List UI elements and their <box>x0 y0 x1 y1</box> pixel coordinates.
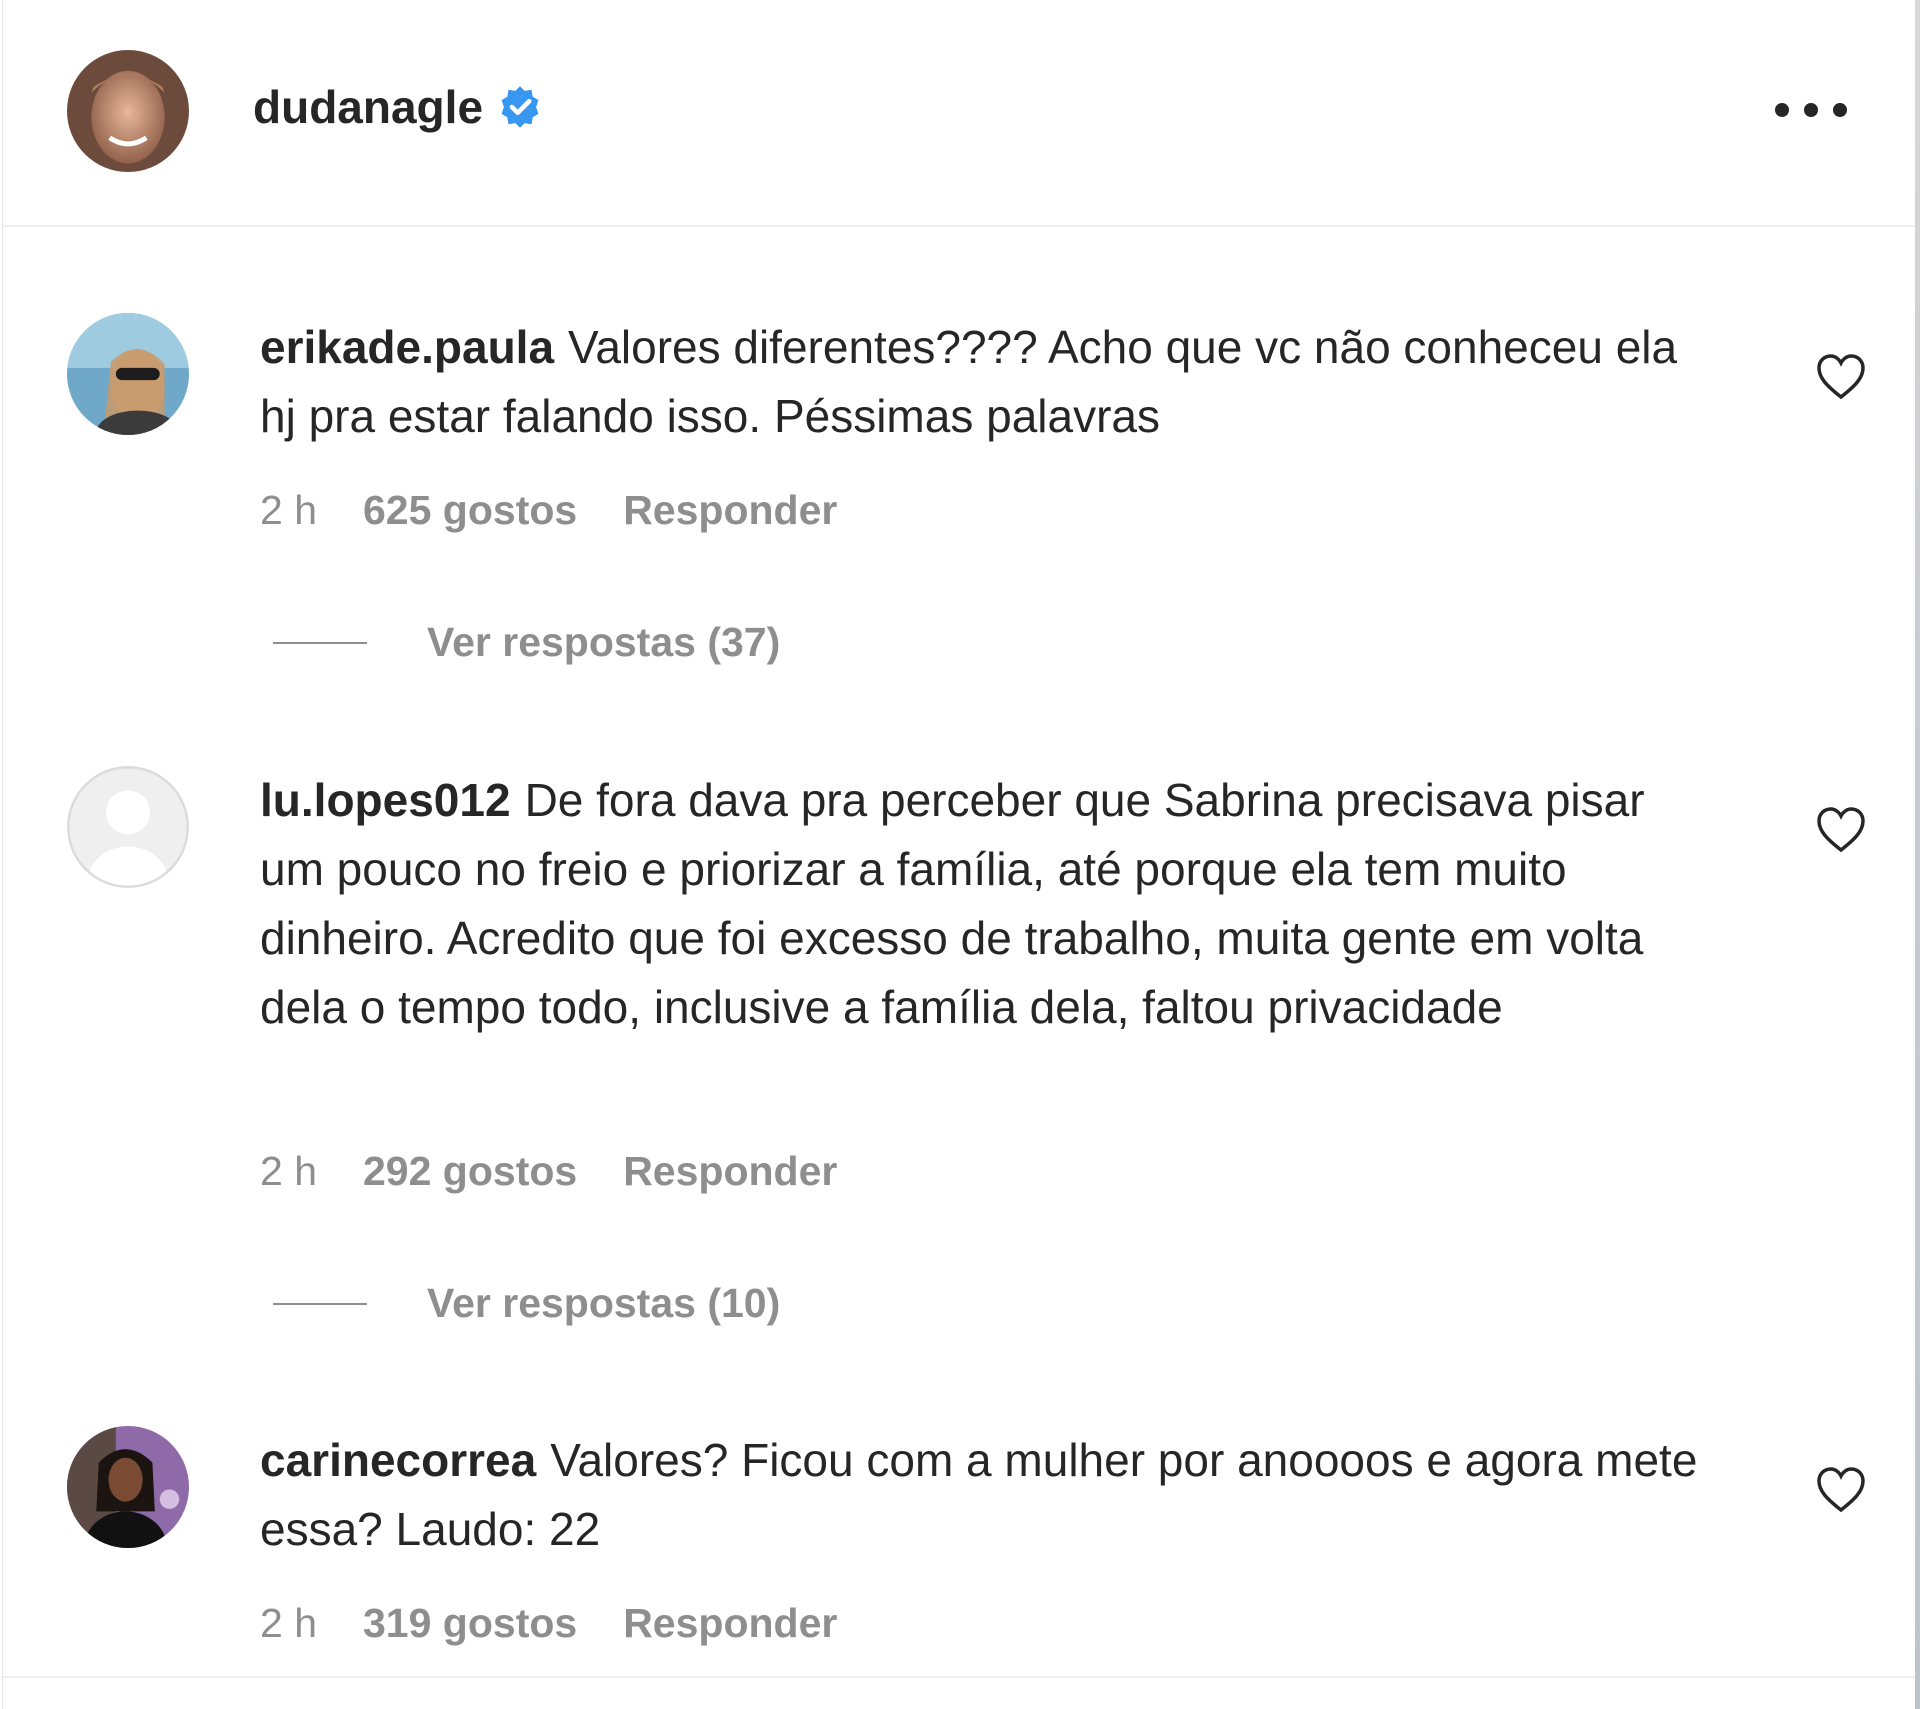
view-replies-label[interactable]: Ver respostas (37) <box>427 619 780 666</box>
commenter-avatar[interactable] <box>67 766 189 888</box>
comment-meta: 2 h 319 gostos Responder <box>260 1600 837 1647</box>
comment-username[interactable]: erikade.paula <box>260 321 554 373</box>
more-dot <box>1804 103 1818 117</box>
more-dot <box>1775 103 1789 117</box>
comment-username[interactable]: carinecorrea <box>260 1434 536 1486</box>
comment-time[interactable]: 2 h <box>260 487 317 534</box>
comment-time[interactable]: 2 h <box>260 1600 317 1647</box>
reply-button[interactable]: Responder <box>623 1600 837 1647</box>
commenter-avatar[interactable] <box>67 1426 189 1548</box>
comments-panel: dudanagle erikade.paula Valores diferent… <box>2 0 1917 1709</box>
replies-line <box>273 641 367 644</box>
like-heart-icon[interactable] <box>1815 1466 1867 1514</box>
comment-body: lu.lopes012 De fora dava pra perceber que… <box>260 766 1710 1042</box>
comment-likes[interactable]: 319 gostos <box>363 1600 577 1647</box>
reply-button[interactable]: Responder <box>623 1148 837 1195</box>
view-replies-label[interactable]: Ver respostas (10) <box>427 1280 780 1327</box>
more-options-icon[interactable] <box>1775 90 1847 130</box>
view-replies-button[interactable]: Ver respostas (37) <box>273 619 780 666</box>
comment-meta: 2 h 292 gostos Responder <box>260 1148 837 1195</box>
comment-meta: 2 h 625 gostos Responder <box>260 487 837 534</box>
comment-likes[interactable]: 292 gostos <box>363 1148 577 1195</box>
like-heart-icon[interactable] <box>1815 353 1867 401</box>
commenter-avatar[interactable] <box>67 313 189 435</box>
replies-line <box>273 1302 367 1305</box>
comment-body: carinecorrea Valores? Ficou com a mulher … <box>260 1426 1710 1564</box>
author-username[interactable]: dudanagle <box>253 80 543 134</box>
more-dot <box>1833 103 1847 117</box>
comment-time[interactable]: 2 h <box>260 1148 317 1195</box>
view-replies-button[interactable]: Ver respostas (10) <box>273 1280 780 1327</box>
author-avatar[interactable] <box>67 50 189 172</box>
comment-body: erikade.paula Valores diferentes???? Acho… <box>260 313 1710 451</box>
background-strip <box>1915 0 1920 1709</box>
author-username-text[interactable]: dudanagle <box>253 80 483 134</box>
post-header: dudanagle <box>3 0 1916 227</box>
verified-badge-icon <box>497 84 543 130</box>
bottom-divider <box>3 1676 1916 1678</box>
like-heart-icon[interactable] <box>1815 806 1867 854</box>
reply-button[interactable]: Responder <box>623 487 837 534</box>
comment-likes[interactable]: 625 gostos <box>363 487 577 534</box>
comment-username[interactable]: lu.lopes012 <box>260 774 511 826</box>
